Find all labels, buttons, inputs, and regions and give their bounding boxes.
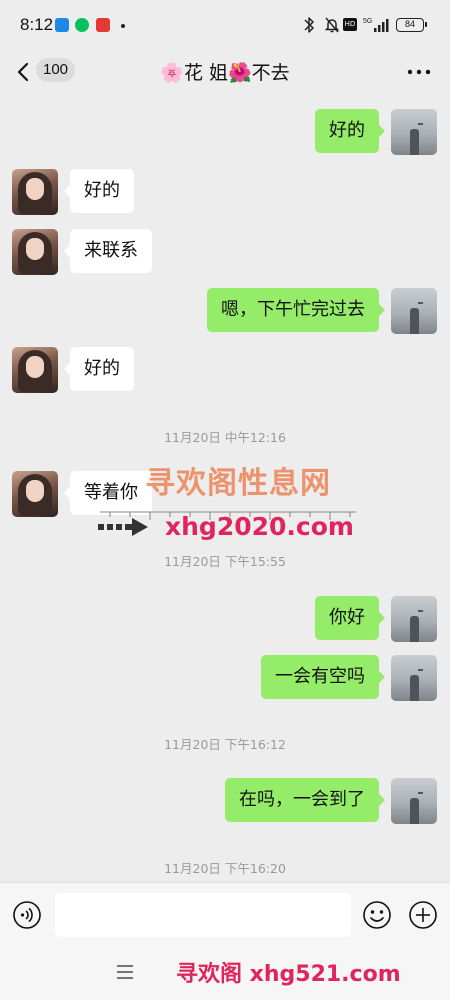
contact-avatar[interactable] <box>12 347 58 393</box>
chat-header: 100 🌸花 姐🌺不去 <box>0 50 450 98</box>
bluetooth-icon <box>304 17 314 33</box>
emoji-icon[interactable] <box>362 900 392 930</box>
more-notifications-dot <box>121 24 125 28</box>
hd-badge: HD <box>343 18 357 31</box>
message-timestamp: 11月20日 下午16:20 <box>164 861 286 876</box>
message-text-input[interactable] <box>55 893 351 937</box>
self-avatar[interactable] <box>391 288 437 334</box>
self-avatar[interactable] <box>391 109 437 155</box>
news-notification-icon <box>96 18 110 32</box>
chat-title: 🌸花 姐🌺不去 <box>160 62 290 84</box>
watermark-arrow-icon <box>98 518 148 536</box>
mute-bell-icon <box>324 17 340 33</box>
message-bubble-sent[interactable]: 好的 <box>315 109 385 153</box>
status-bar: 8:12 HD 5G 84 <box>0 0 450 50</box>
status-time: 8:12 <box>20 15 54 34</box>
message-timestamp: 11月20日 中午12:16 <box>164 430 286 445</box>
message-bubble-received[interactable]: 好的 <box>64 169 134 213</box>
watermark-url: xhg2020.com <box>165 512 354 541</box>
menu-icon[interactable] <box>116 964 134 980</box>
message-bubble-sent[interactable]: 嗯，下午忙完过去 <box>207 288 385 332</box>
message-timestamp: 11月20日 下午15:55 <box>164 554 286 569</box>
wechat-notification-icon <box>75 18 89 32</box>
system-navigation-bar: 寻欢阁 xhg521.com <box>0 948 450 1000</box>
message-bubble-received[interactable]: 好的 <box>64 347 134 391</box>
svg-text:5G: 5G <box>363 18 372 25</box>
self-avatar[interactable] <box>391 596 437 642</box>
contact-avatar[interactable] <box>12 471 58 517</box>
message-bubble-received[interactable]: 来联系 <box>64 229 152 273</box>
self-avatar[interactable] <box>391 778 437 824</box>
signal-icon: 5G <box>363 18 389 32</box>
message-bubble-sent[interactable]: 在吗，一会到了 <box>225 778 385 822</box>
contact-avatar[interactable] <box>12 169 58 215</box>
message-bubble-sent[interactable]: 一会有空吗 <box>261 655 385 699</box>
plus-icon[interactable] <box>408 900 438 930</box>
notification-app-icon <box>55 18 69 32</box>
battery-indicator: 84 <box>396 18 427 32</box>
voice-icon[interactable] <box>12 900 42 930</box>
contact-avatar[interactable] <box>12 229 58 275</box>
message-input-bar <box>0 882 450 948</box>
message-timestamp: 11月20日 下午16:12 <box>164 737 286 752</box>
watermark-title: 寻欢阁性息网 <box>145 466 331 501</box>
watermark-footer: 寻欢阁 xhg521.com <box>176 962 401 987</box>
message-bubble-sent[interactable]: 你好 <box>315 596 385 640</box>
self-avatar[interactable] <box>391 655 437 701</box>
ellipsis-icon[interactable] <box>406 60 432 84</box>
